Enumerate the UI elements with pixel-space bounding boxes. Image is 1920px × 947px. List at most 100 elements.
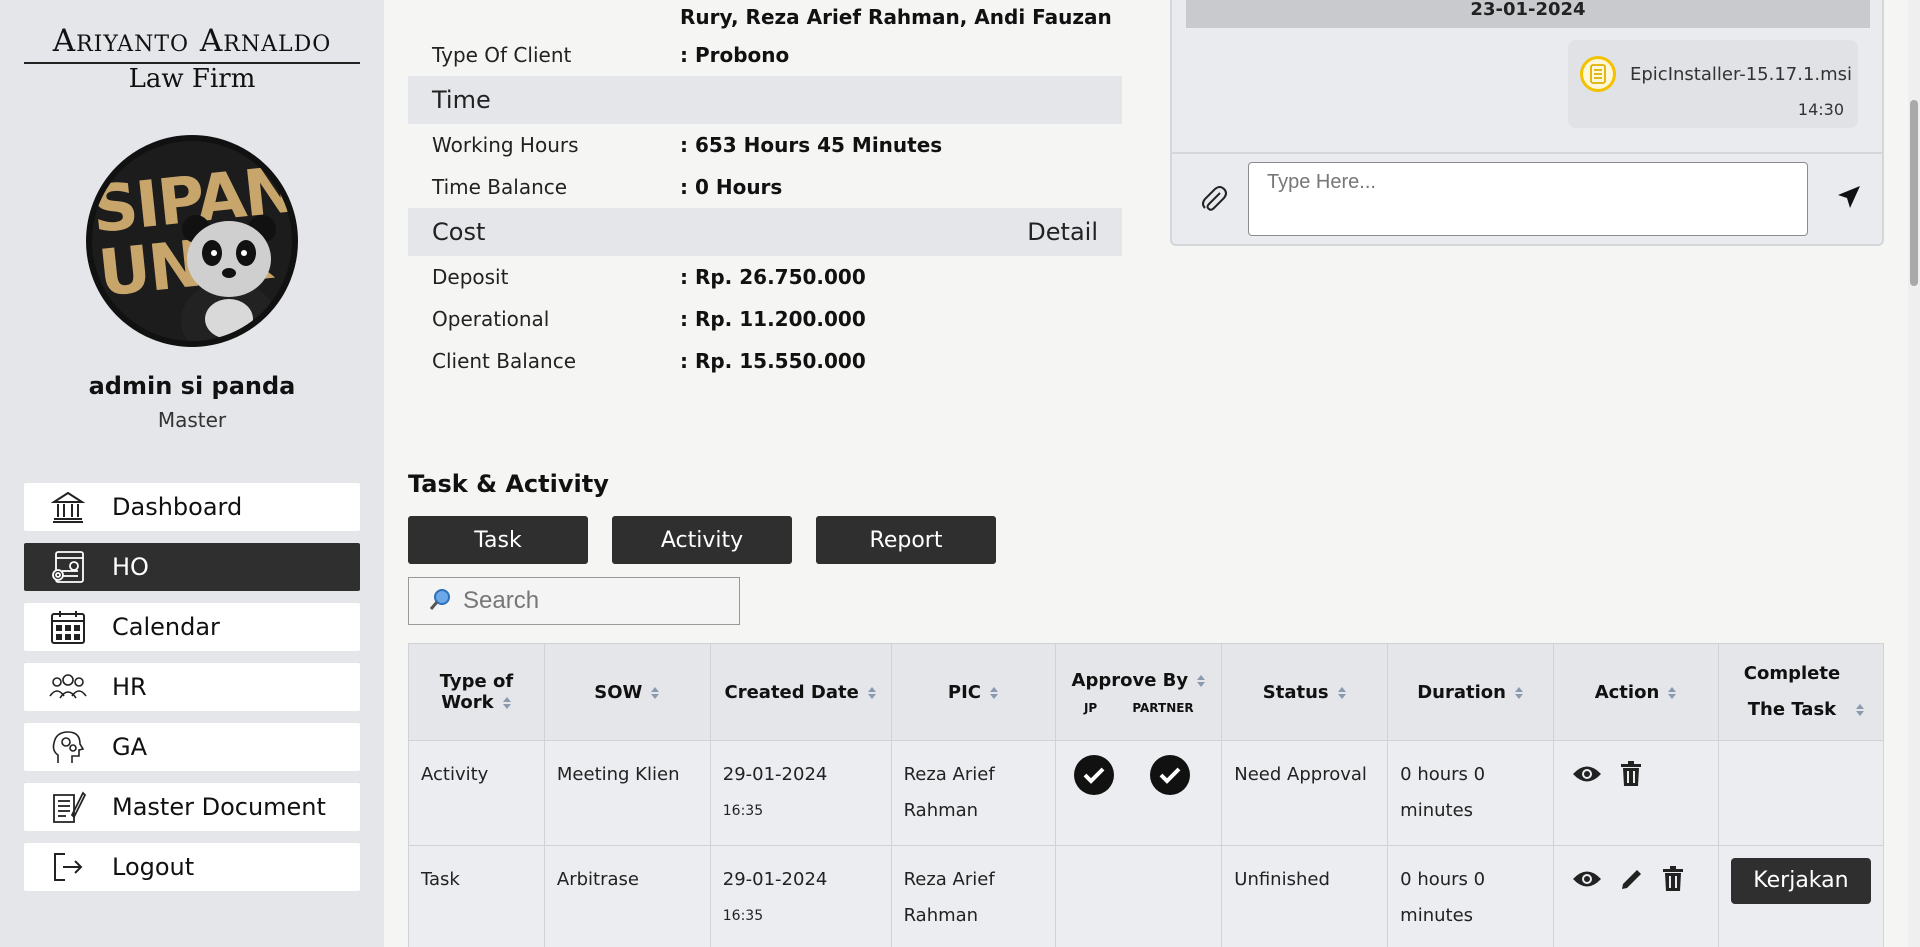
task-search[interactable] bbox=[408, 577, 740, 625]
chat-date-separator: 23-01-2024 bbox=[1186, 0, 1870, 28]
cell-complete: Kerjakan bbox=[1717, 845, 1885, 947]
approve-jp-label: JP bbox=[1083, 700, 1098, 715]
table-row[interactable]: Task Arbitrase 29-01-2024 16:35 Reza Ari… bbox=[408, 845, 1885, 947]
search-input[interactable] bbox=[463, 587, 723, 615]
chat-file-message[interactable]: EpicInstaller-15.17.1.msi 14:30 bbox=[1568, 40, 1858, 128]
user-name: admin si panda bbox=[88, 372, 296, 400]
col-label: Approve By bbox=[1071, 669, 1189, 691]
tab-task[interactable]: Task bbox=[408, 516, 588, 564]
col-status[interactable]: Status bbox=[1221, 643, 1389, 741]
deposit-label: Deposit bbox=[432, 265, 509, 289]
client-balance-label: Client Balance bbox=[432, 349, 577, 373]
sort-icon bbox=[502, 697, 511, 709]
sidebar-item-logout[interactable]: Logout bbox=[24, 843, 360, 891]
task-activity-title: Task & Activity bbox=[408, 470, 609, 498]
col-label: SOW bbox=[594, 681, 643, 703]
col-sow[interactable]: SOW bbox=[543, 643, 711, 741]
sidebar-item-label: HR bbox=[112, 673, 147, 701]
sort-icon bbox=[1514, 686, 1523, 699]
sort-icon bbox=[1668, 686, 1677, 699]
cell-duration: 0 hours 0 minutes bbox=[1387, 845, 1555, 947]
col-action[interactable]: Action bbox=[1553, 643, 1719, 741]
cell-type: Activity bbox=[408, 740, 545, 846]
send-icon[interactable] bbox=[1832, 180, 1866, 214]
time-balance-label: Time Balance bbox=[432, 175, 568, 199]
task-tabs: Task Activity Report bbox=[408, 516, 996, 564]
working-hours-label: Working Hours bbox=[432, 133, 579, 157]
col-label: Action bbox=[1594, 681, 1660, 703]
col-approve-by[interactable]: Approve By JP PARTNER bbox=[1055, 643, 1223, 741]
tab-report[interactable]: Report bbox=[816, 516, 996, 564]
view-icon[interactable] bbox=[1572, 868, 1602, 890]
case-info: Rury, Reza Arief Rahman, Andi Fauzan Typ… bbox=[408, 0, 1122, 382]
client-type-value: : Probono bbox=[680, 43, 790, 67]
sidebar-item-label: Dashboard bbox=[112, 493, 243, 521]
col-created-date[interactable]: Created Date bbox=[709, 643, 892, 741]
sidebar-item-dashboard[interactable]: Dashboard bbox=[24, 483, 360, 531]
operational-row: Operational : Rp. 11.200.000 bbox=[408, 298, 1122, 340]
cost-detail-link[interactable]: Detail bbox=[1027, 218, 1098, 246]
cell-time: 16:35 bbox=[722, 803, 764, 819]
client-type-row: Type Of Client : Probono bbox=[408, 34, 1122, 76]
sort-icon bbox=[651, 686, 660, 699]
cell-status: Unfinished bbox=[1221, 845, 1389, 947]
calendar-icon bbox=[48, 607, 88, 647]
page-scrollbar[interactable] bbox=[1908, 0, 1920, 947]
deposit-row: Deposit : Rp. 26.750.000 bbox=[408, 256, 1122, 298]
sidebar-item-label: GA bbox=[112, 733, 148, 761]
paperclip-icon[interactable] bbox=[1196, 178, 1232, 218]
table-row[interactable]: Activity Meeting Klien 29-01-2024 16:35 … bbox=[408, 740, 1885, 846]
deposit-value: : Rp. 26.750.000 bbox=[680, 265, 866, 289]
chat-message-input[interactable] bbox=[1248, 162, 1808, 236]
col-type-of-work[interactable]: Type of Work bbox=[408, 643, 545, 741]
col-complete-task[interactable]: Complete The Task bbox=[1717, 643, 1885, 741]
client-type-label: Type Of Client bbox=[432, 43, 572, 67]
chat-input-bar bbox=[1172, 152, 1882, 244]
bank-icon bbox=[48, 487, 88, 527]
chat-panel: 23-01-2024 EpicInstaller-15.17.1.msi 14:… bbox=[1170, 0, 1884, 246]
scrollbar-thumb[interactable] bbox=[1910, 100, 1918, 286]
sidebar-item-ho[interactable]: HO bbox=[24, 543, 360, 591]
approve-partner-label: PARTNER bbox=[1132, 700, 1194, 715]
sort-icon bbox=[867, 686, 876, 699]
cell-date: 29-01-2024 bbox=[722, 869, 828, 890]
col-pic[interactable]: PIC bbox=[890, 643, 1057, 741]
cell-created-date: 29-01-2024 16:35 bbox=[709, 845, 892, 947]
time-balance-row: Time Balance : 0 Hours bbox=[408, 166, 1122, 208]
team-row: Rury, Reza Arief Rahman, Andi Fauzan bbox=[408, 0, 1122, 34]
sidebar-item-label: Calendar bbox=[112, 613, 220, 641]
col-label: PIC bbox=[947, 681, 982, 703]
operational-label: Operational bbox=[432, 307, 550, 331]
sort-icon bbox=[1197, 674, 1206, 687]
time-balance-value: : 0 Hours bbox=[680, 175, 783, 199]
file-icon bbox=[1580, 56, 1616, 92]
sidebar-item-calendar[interactable]: Calendar bbox=[24, 603, 360, 651]
sidebar-item-master-document[interactable]: Master Document bbox=[24, 783, 360, 831]
cell-approve bbox=[1055, 740, 1223, 846]
sidebar-item-label: HO bbox=[112, 553, 149, 581]
head-gears-icon bbox=[48, 727, 88, 767]
firm-logo[interactable]: Ariyanto Arnaldo Law Firm bbox=[24, 22, 360, 94]
cell-pic: Reza Arief Rahman bbox=[890, 845, 1057, 947]
logo-line2: Law Firm bbox=[128, 64, 256, 94]
edit-icon[interactable] bbox=[1620, 867, 1644, 891]
time-section-title: Time bbox=[432, 86, 491, 114]
delete-icon[interactable] bbox=[1662, 866, 1684, 892]
cell-approve bbox=[1055, 845, 1223, 947]
cell-pic: Reza Arief Rahman bbox=[890, 740, 1057, 846]
col-label: Complete The Task bbox=[1743, 663, 1841, 720]
file-name: EpicInstaller-15.17.1.msi bbox=[1630, 64, 1853, 85]
document-icon bbox=[48, 787, 88, 827]
sidebar-item-ga[interactable]: GA bbox=[24, 723, 360, 771]
cost-section-title: Cost bbox=[432, 218, 486, 246]
sidebar-item-hr[interactable]: HR bbox=[24, 663, 360, 711]
tab-activity[interactable]: Activity bbox=[612, 516, 792, 564]
view-icon[interactable] bbox=[1572, 763, 1602, 785]
cell-date: 29-01-2024 bbox=[722, 764, 828, 785]
col-label: Duration bbox=[1417, 681, 1506, 703]
delete-icon[interactable] bbox=[1620, 761, 1642, 787]
table-header-row: Type of Work SOW Created Date PIC Approv… bbox=[408, 643, 1885, 741]
cell-complete bbox=[1717, 740, 1885, 846]
col-duration[interactable]: Duration bbox=[1387, 643, 1555, 741]
kerjakan-button[interactable]: Kerjakan bbox=[1730, 858, 1871, 904]
